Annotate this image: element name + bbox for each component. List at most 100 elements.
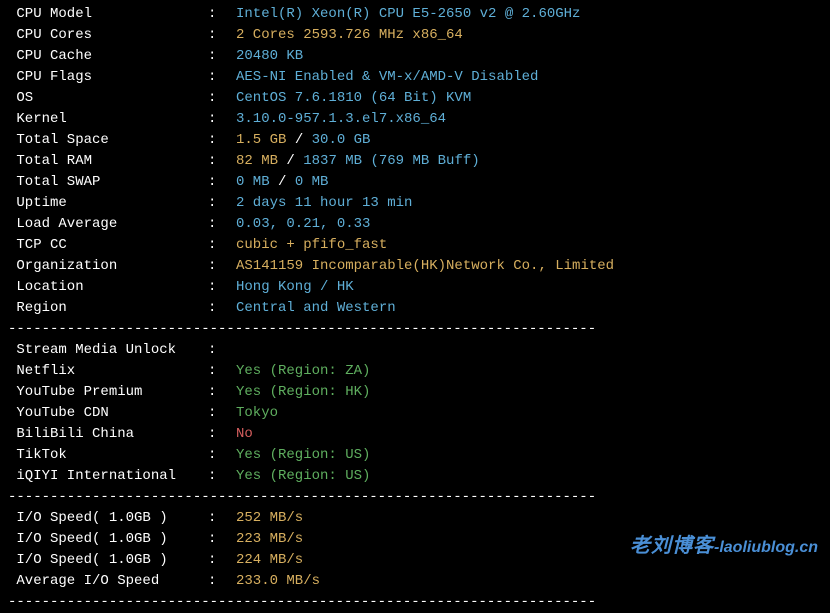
netflix-label: Netflix	[8, 361, 208, 382]
netflix-value: Yes (Region: ZA)	[236, 361, 370, 382]
uptime-label: Uptime	[8, 193, 208, 214]
region-label: Region	[8, 298, 208, 319]
colon: :	[208, 466, 236, 487]
io-avg-row: Average I/O Speed : 233.0 MB/s	[8, 571, 822, 592]
cpu-cache-label: CPU Cache	[8, 46, 208, 67]
io-avg-label: Average I/O Speed	[8, 571, 208, 592]
iqiyi-value: Yes (Region: US)	[236, 466, 370, 487]
colon: :	[208, 529, 236, 550]
colon: :	[208, 214, 236, 235]
kernel-row: Kernel : 3.10.0-957.1.3.el7.x86_64	[8, 109, 822, 130]
colon: :	[208, 109, 236, 130]
cpu-cache-row: CPU Cache : 20480 KB	[8, 46, 822, 67]
io-r3-label: I/O Speed( 1.0GB )	[8, 550, 208, 571]
divider: ----------------------------------------…	[8, 319, 822, 340]
io-avg-value: 233.0 MB/s	[236, 571, 320, 592]
divider: ----------------------------------------…	[8, 592, 822, 613]
load-avg-row: Load Average : 0.03, 0.21, 0.33	[8, 214, 822, 235]
org-label: Organization	[8, 256, 208, 277]
tcp-cc-value: cubic + pfifo_fast	[236, 235, 387, 256]
tiktok-row: TikTok : Yes (Region: US)	[8, 445, 822, 466]
cpu-model-value: Intel(R) Xeon(R) CPU E5-2650 v2 @ 2.60GH…	[236, 4, 580, 25]
cpu-cache-value: 20480 KB	[236, 46, 303, 67]
location-row: Location : Hong Kong / HK	[8, 277, 822, 298]
total-ram-sep: /	[278, 151, 303, 172]
iqiyi-label: iQIYI International	[8, 466, 208, 487]
total-ram-total: 1837 MB	[303, 151, 362, 172]
colon: :	[208, 193, 236, 214]
os-value: CentOS 7.6.1810 (64 Bit) KVM	[236, 88, 471, 109]
total-ram-row: Total RAM : 82 MB / 1837 MB (769 MB Buff…	[8, 151, 822, 172]
cpu-cores-row: CPU Cores : 2 Cores 2593.726 MHz x86_64	[8, 25, 822, 46]
total-ram-used: 82 MB	[236, 151, 278, 172]
ytp-value: Yes (Region: HK)	[236, 382, 370, 403]
total-ram-label: Total RAM	[8, 151, 208, 172]
load-avg-label: Load Average	[8, 214, 208, 235]
colon: :	[208, 172, 236, 193]
cpu-flags-row: CPU Flags : AES-NI Enabled & VM-x/AMD-V …	[8, 67, 822, 88]
ytcdn-value: Tokyo	[236, 403, 278, 424]
colon: :	[208, 361, 236, 382]
iqiyi-row: iQIYI International : Yes (Region: US)	[8, 466, 822, 487]
total-swap-label: Total SWAP	[8, 172, 208, 193]
colon: :	[208, 256, 236, 277]
colon: :	[208, 4, 236, 25]
total-ram-buff: (769 MB Buff)	[362, 151, 480, 172]
colon: :	[208, 340, 236, 361]
total-space-total: 30.0 GB	[312, 130, 371, 151]
colon: :	[208, 550, 236, 571]
colon: :	[208, 571, 236, 592]
colon: :	[208, 46, 236, 67]
io-r1-value: 252 MB/s	[236, 508, 303, 529]
io-r1-row: I/O Speed( 1.0GB ) : 252 MB/s	[8, 508, 822, 529]
colon: :	[208, 298, 236, 319]
uptime-row: Uptime : 2 days 11 hour 13 min	[8, 193, 822, 214]
location-label: Location	[8, 277, 208, 298]
divider: ----------------------------------------…	[8, 487, 822, 508]
io-r3-row: I/O Speed( 1.0GB ) : 224 MB/s	[8, 550, 822, 571]
colon: :	[208, 508, 236, 529]
colon: :	[208, 382, 236, 403]
stream-header-row: Stream Media Unlock :	[8, 340, 822, 361]
io-r2-row: I/O Speed( 1.0GB ) : 223 MB/s	[8, 529, 822, 550]
kernel-label: Kernel	[8, 109, 208, 130]
total-space-label: Total Space	[8, 130, 208, 151]
total-swap-used: 0 MB	[236, 172, 270, 193]
region-row: Region : Central and Western	[8, 298, 822, 319]
os-label: OS	[8, 88, 208, 109]
os-row: OS : CentOS 7.6.1810 (64 Bit) KVM	[8, 88, 822, 109]
colon: :	[208, 88, 236, 109]
stream-header-label: Stream Media Unlock	[8, 340, 208, 361]
bili-value: No	[236, 424, 253, 445]
io-r2-label: I/O Speed( 1.0GB )	[8, 529, 208, 550]
cpu-cores-label: CPU Cores	[8, 25, 208, 46]
io-r1-label: I/O Speed( 1.0GB )	[8, 508, 208, 529]
total-swap-total: 0 MB	[295, 172, 329, 193]
tiktok-label: TikTok	[8, 445, 208, 466]
org-row: Organization : AS141159 Incomparable(HK)…	[8, 256, 822, 277]
colon: :	[208, 235, 236, 256]
colon: :	[208, 130, 236, 151]
colon: :	[208, 151, 236, 172]
io-r3-value: 224 MB/s	[236, 550, 303, 571]
tiktok-value: Yes (Region: US)	[236, 445, 370, 466]
location-value: Hong Kong / HK	[236, 277, 354, 298]
ytp-row: YouTube Premium : Yes (Region: HK)	[8, 382, 822, 403]
ytcdn-row: YouTube CDN : Tokyo	[8, 403, 822, 424]
kernel-value: 3.10.0-957.1.3.el7.x86_64	[236, 109, 446, 130]
io-r2-value: 223 MB/s	[236, 529, 303, 550]
ytcdn-label: YouTube CDN	[8, 403, 208, 424]
total-space-used: 1.5 GB	[236, 130, 286, 151]
colon: :	[208, 424, 236, 445]
tcp-cc-row: TCP CC : cubic + pfifo_fast	[8, 235, 822, 256]
colon: :	[208, 67, 236, 88]
total-space-sep: /	[286, 130, 311, 151]
colon: :	[208, 25, 236, 46]
total-swap-row: Total SWAP : 0 MB / 0 MB	[8, 172, 822, 193]
ytp-label: YouTube Premium	[8, 382, 208, 403]
cpu-model-row: CPU Model : Intel(R) Xeon(R) CPU E5-2650…	[8, 4, 822, 25]
total-swap-sep: /	[270, 172, 295, 193]
region-value: Central and Western	[236, 298, 396, 319]
load-avg-value: 0.03, 0.21, 0.33	[236, 214, 370, 235]
colon: :	[208, 277, 236, 298]
